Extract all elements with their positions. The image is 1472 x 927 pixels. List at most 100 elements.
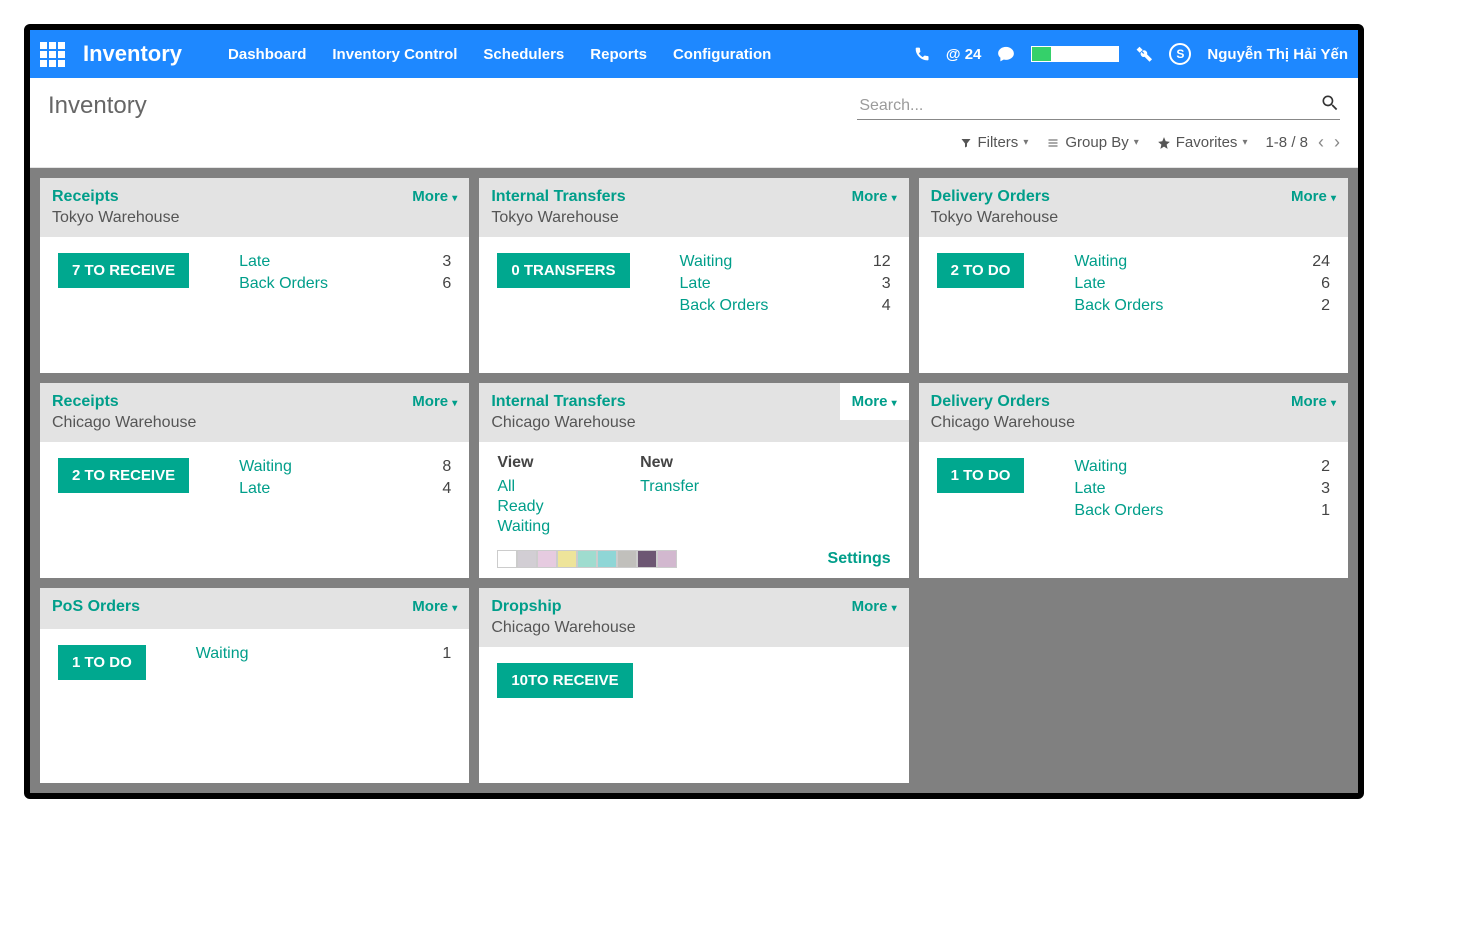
view-all[interactable]: All — [497, 478, 550, 496]
card-action-button[interactable]: 2 TO RECEIVE — [58, 458, 189, 493]
stat-label[interactable]: Late — [1074, 480, 1236, 498]
stat-value: 3 — [882, 275, 891, 293]
card-more[interactable]: More ▾ — [412, 393, 457, 410]
view-waiting[interactable]: Waiting — [497, 518, 550, 536]
chat-icon[interactable] — [997, 45, 1015, 63]
card-action-button[interactable]: 2 TO DO — [937, 253, 1025, 288]
stat-label[interactable]: Back Orders — [239, 275, 379, 293]
color-swatch[interactable] — [657, 550, 677, 568]
stat-value: 12 — [873, 253, 891, 271]
card-title[interactable]: Receipts — [52, 188, 412, 206]
menu-schedulers[interactable]: Schedulers — [483, 46, 564, 63]
card-header: PoS Orders More ▾ — [40, 588, 469, 629]
caret-down-icon: ▾ — [452, 398, 457, 409]
card-subtitle: Chicago Warehouse — [491, 619, 851, 637]
stat-label[interactable]: Late — [239, 253, 379, 271]
phone-icon[interactable] — [914, 46, 930, 62]
stat-label[interactable]: Back Orders — [1074, 502, 1236, 520]
card-more[interactable]: More ▾ — [412, 598, 457, 615]
topbar-right: @ 24 S Nguyễn Thị Hải Yến — [914, 43, 1348, 65]
card-action-button[interactable]: 1 TO DO — [58, 645, 146, 680]
new-transfer[interactable]: Transfer — [640, 478, 699, 496]
new-header: New — [640, 454, 699, 472]
card-header: Dropship Chicago Warehouse More ▾ — [479, 588, 908, 647]
stat-label[interactable]: Waiting — [239, 458, 361, 476]
caret-down-icon: ▾ — [1023, 137, 1028, 148]
menu-inventory-control[interactable]: Inventory Control — [332, 46, 457, 63]
empty-cell — [919, 588, 1348, 783]
card-heading: Delivery Orders Chicago Warehouse — [931, 393, 1291, 432]
favorites-button[interactable]: Favorites ▾ — [1157, 134, 1248, 151]
filters-button[interactable]: Filters ▾ — [960, 134, 1028, 151]
search-input[interactable] — [857, 93, 1340, 120]
new-column: New Transfer — [640, 454, 699, 538]
groupby-button[interactable]: Group By ▾ — [1046, 134, 1138, 151]
app-title[interactable]: Inventory — [83, 41, 182, 67]
stat-label[interactable]: Waiting — [1074, 458, 1236, 476]
search-icon[interactable] — [1320, 93, 1340, 113]
stat-label[interactable]: Late — [239, 480, 361, 498]
card-more[interactable]: More ▾ — [852, 188, 897, 205]
settings-link[interactable]: Settings — [828, 550, 891, 568]
card-title[interactable]: Internal Transfers — [491, 188, 851, 206]
card-title[interactable]: Delivery Orders — [931, 393, 1291, 411]
card-heading: Internal Transfers Chicago Warehouse — [491, 393, 839, 432]
pager-prev[interactable]: ‹ — [1318, 132, 1324, 153]
progress-bar[interactable] — [1031, 46, 1119, 62]
card-more[interactable]: More ▾ — [412, 188, 457, 205]
menu-dashboard[interactable]: Dashboard — [228, 46, 306, 63]
card-subtitle: Tokyo Warehouse — [491, 209, 851, 227]
tools-icon[interactable] — [1135, 45, 1153, 63]
color-swatch[interactable] — [497, 550, 517, 568]
stat-label[interactable]: Waiting — [1074, 253, 1231, 271]
card-title[interactable]: Internal Transfers — [491, 393, 839, 411]
card-header: Receipts Chicago Warehouse More ▾ — [40, 383, 469, 442]
card-action-button[interactable]: 10TO RECEIVE — [497, 663, 632, 698]
card-more[interactable]: More ▾ — [1291, 188, 1336, 205]
color-swatch[interactable] — [617, 550, 637, 568]
pager-next[interactable]: › — [1334, 132, 1340, 153]
stat-label[interactable]: Waiting — [680, 253, 815, 271]
user-name[interactable]: Nguyễn Thị Hải Yến — [1207, 46, 1348, 63]
card-title[interactable]: PoS Orders — [52, 598, 412, 616]
card-title[interactable]: Delivery Orders — [931, 188, 1291, 206]
stat-label[interactable]: Late — [680, 275, 815, 293]
card-heading: Receipts Chicago Warehouse — [52, 393, 412, 432]
caret-down-icon: ▾ — [452, 603, 457, 614]
stat-value: 8 — [442, 458, 451, 476]
color-swatch[interactable] — [517, 550, 537, 568]
apps-icon[interactable] — [40, 42, 65, 67]
card-body: 0 TRANSFERS Waiting12 Late3 Back Orders4 — [479, 237, 908, 329]
skype-icon[interactable]: S — [1169, 43, 1191, 65]
color-swatch[interactable] — [577, 550, 597, 568]
card-title[interactable]: Dropship — [491, 598, 851, 616]
card-body: 2 TO RECEIVE Waiting8 Late4 — [40, 442, 469, 512]
card-heading: Dropship Chicago Warehouse — [491, 598, 851, 637]
card-header: Receipts Tokyo Warehouse More ▾ — [40, 178, 469, 237]
view-ready[interactable]: Ready — [497, 498, 550, 516]
groupby-label: Group By — [1065, 134, 1128, 151]
card-heading: Internal Transfers Tokyo Warehouse — [491, 188, 851, 227]
card-more[interactable]: More ▾ — [840, 383, 909, 420]
top-menu-bar: Inventory Dashboard Inventory Control Sc… — [30, 30, 1358, 78]
color-swatch[interactable] — [557, 550, 577, 568]
stat-label[interactable]: Back Orders — [1074, 297, 1231, 315]
card-action-button[interactable]: 1 TO DO — [937, 458, 1025, 493]
stat-label[interactable]: Late — [1074, 275, 1231, 293]
card-action-button[interactable]: 7 TO RECEIVE — [58, 253, 189, 288]
card-stats: Late3 Back Orders6 — [239, 253, 451, 293]
stat-value: 3 — [1321, 480, 1330, 498]
stat-label[interactable]: Back Orders — [680, 297, 815, 315]
color-swatch[interactable] — [637, 550, 657, 568]
at-badge[interactable]: @ 24 — [946, 46, 981, 63]
color-swatch[interactable] — [537, 550, 557, 568]
favorites-label: Favorites — [1176, 134, 1238, 151]
card-title[interactable]: Receipts — [52, 393, 412, 411]
stat-label[interactable]: Waiting — [196, 645, 340, 680]
menu-reports[interactable]: Reports — [590, 46, 647, 63]
card-more[interactable]: More ▾ — [852, 598, 897, 615]
menu-configuration[interactable]: Configuration — [673, 46, 771, 63]
color-swatch[interactable] — [597, 550, 617, 568]
card-more[interactable]: More ▾ — [1291, 393, 1336, 410]
card-action-button[interactable]: 0 TRANSFERS — [497, 253, 629, 288]
